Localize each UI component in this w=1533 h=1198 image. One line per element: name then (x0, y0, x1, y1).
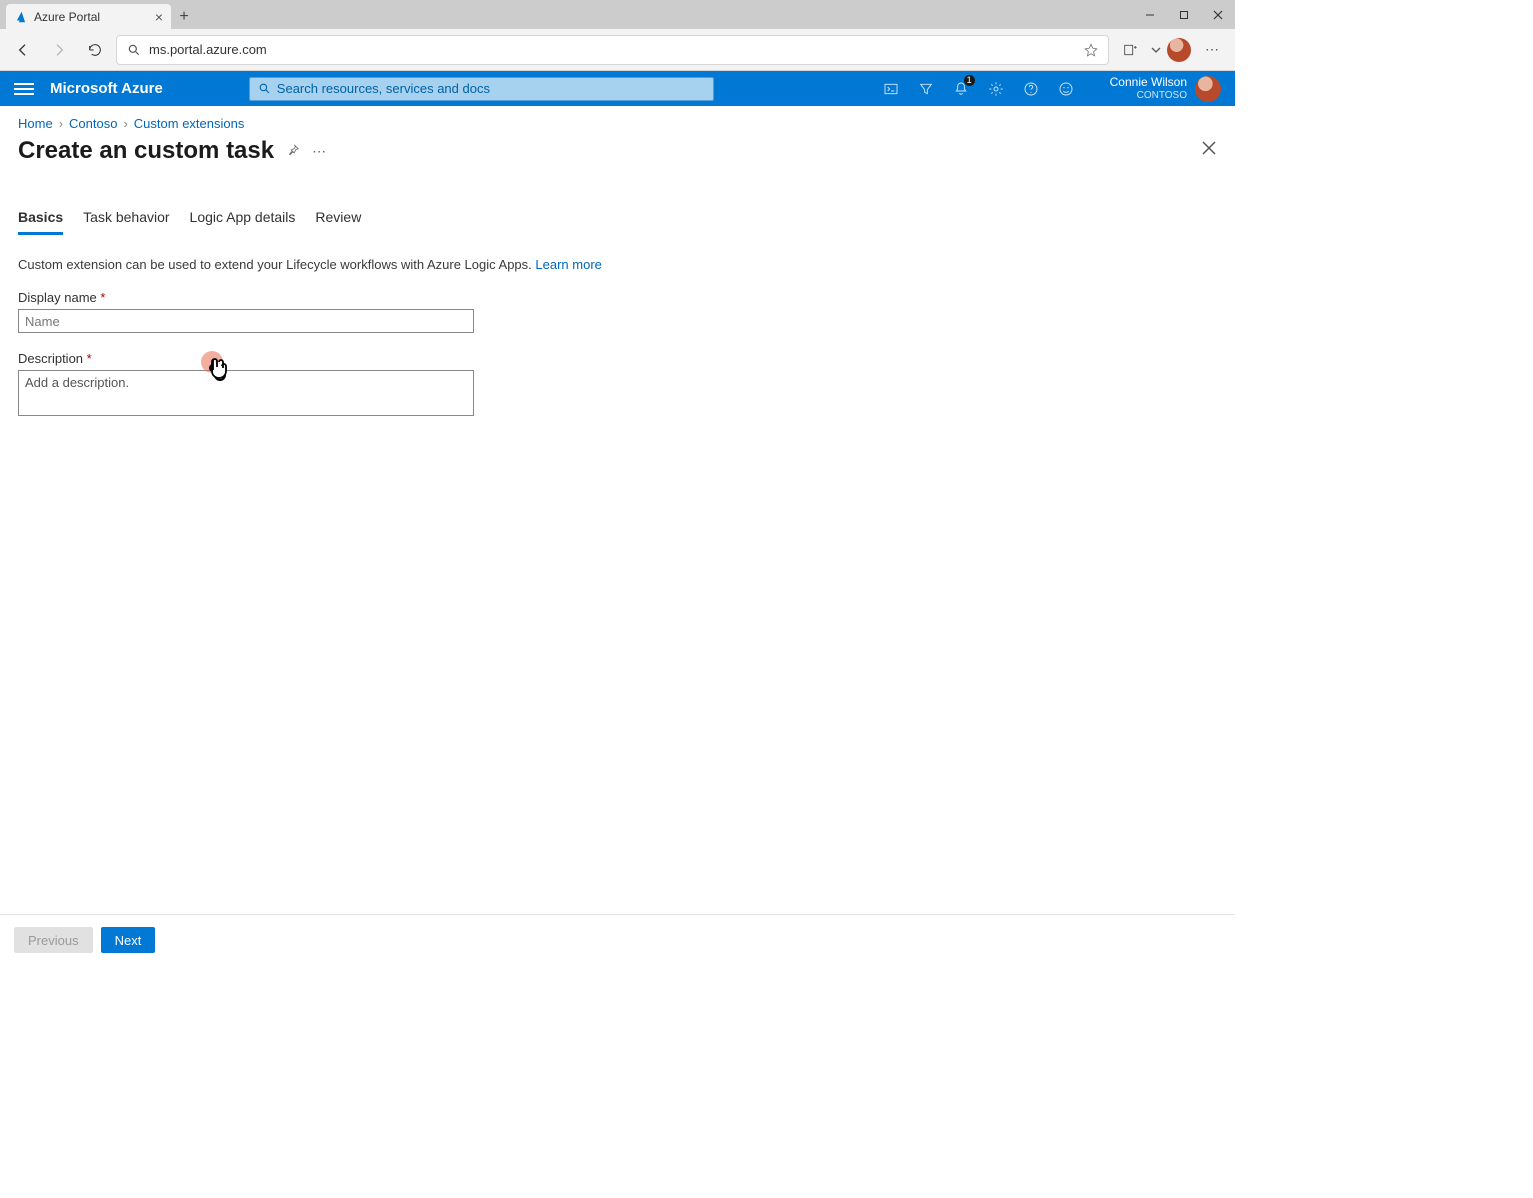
settings-button[interactable] (979, 71, 1014, 106)
display-name-label: Display name * (18, 290, 474, 305)
avatar (1195, 76, 1221, 102)
directory-filter-button[interactable] (909, 71, 944, 106)
more-icon[interactable]: ⋯ (312, 143, 326, 160)
notifications-button[interactable]: 1 (944, 71, 979, 106)
tab-basics[interactable]: Basics (18, 203, 63, 235)
favorite-icon[interactable] (1084, 43, 1098, 57)
account-menu[interactable]: Connie Wilson CONTOSO (1110, 76, 1221, 102)
feedback-button[interactable] (1049, 71, 1084, 106)
cloud-shell-button[interactable] (874, 71, 909, 106)
chevron-down-icon[interactable] (1151, 45, 1161, 55)
tab-logic-app-details[interactable]: Logic App details (190, 203, 296, 235)
tab-task-behavior[interactable]: Task behavior (83, 203, 169, 235)
browser-toolbar: ms.portal.azure.com ⋯ (0, 29, 1235, 71)
window-titlebar: Azure Portal × + (0, 0, 1235, 29)
forward-button[interactable] (44, 35, 74, 65)
tab-review[interactable]: Review (315, 203, 361, 235)
close-blade-button[interactable] (1201, 140, 1217, 161)
hamburger-menu-button[interactable] (14, 83, 34, 95)
wizard-footer: Previous Next (0, 914, 1235, 965)
description-label: Description * (18, 351, 474, 366)
browser-profile-avatar[interactable] (1167, 38, 1191, 62)
collections-button[interactable] (1115, 35, 1145, 65)
chevron-right-icon: › (59, 116, 63, 131)
browser-tabstrip: Azure Portal × + (6, 4, 197, 29)
page-title: Create an custom task (18, 137, 274, 165)
address-url: ms.portal.azure.com (149, 42, 267, 57)
address-bar[interactable]: ms.portal.azure.com (116, 35, 1109, 65)
user-org: CONTOSO (1110, 89, 1187, 102)
azure-icon (14, 10, 28, 24)
search-icon (258, 82, 271, 95)
breadcrumb-custom-extensions[interactable]: Custom extensions (134, 116, 245, 131)
brand-label[interactable]: Microsoft Azure (50, 80, 163, 97)
next-button[interactable]: Next (101, 927, 156, 953)
breadcrumb: Home › Contoso › Custom extensions (18, 116, 1217, 131)
pin-icon[interactable] (286, 143, 300, 160)
search-icon (127, 43, 141, 57)
global-search-input[interactable]: Search resources, services and docs (249, 77, 714, 101)
previous-button[interactable]: Previous (14, 927, 93, 953)
help-button[interactable] (1014, 71, 1049, 106)
breadcrumb-contoso[interactable]: Contoso (69, 116, 117, 131)
window-minimize-button[interactable] (1133, 0, 1167, 29)
back-button[interactable] (8, 35, 38, 65)
form-tabs: Basics Task behavior Logic App details R… (18, 203, 1217, 235)
global-search-placeholder: Search resources, services and docs (277, 81, 490, 96)
description-input[interactable] (18, 370, 474, 416)
close-tab-icon[interactable]: × (155, 9, 163, 25)
window-controls (1133, 0, 1235, 29)
chevron-right-icon: › (123, 116, 127, 131)
window-maximize-button[interactable] (1167, 0, 1201, 29)
user-name: Connie Wilson (1110, 76, 1187, 89)
new-tab-button[interactable]: + (171, 4, 197, 29)
browser-tab[interactable]: Azure Portal × (6, 4, 171, 29)
info-text: Custom extension can be used to extend y… (18, 257, 1217, 272)
browser-menu-button[interactable]: ⋯ (1197, 35, 1227, 65)
display-name-input[interactable] (18, 309, 474, 333)
notifications-badge: 1 (964, 75, 975, 86)
blade-content: Home › Contoso › Custom extensions Creat… (0, 106, 1235, 914)
browser-tab-title: Azure Portal (34, 10, 100, 24)
refresh-button[interactable] (80, 35, 110, 65)
window-close-button[interactable] (1201, 0, 1235, 29)
learn-more-link[interactable]: Learn more (535, 257, 601, 272)
breadcrumb-home[interactable]: Home (18, 116, 53, 131)
azure-top-nav: Microsoft Azure Search resources, servic… (0, 71, 1235, 106)
